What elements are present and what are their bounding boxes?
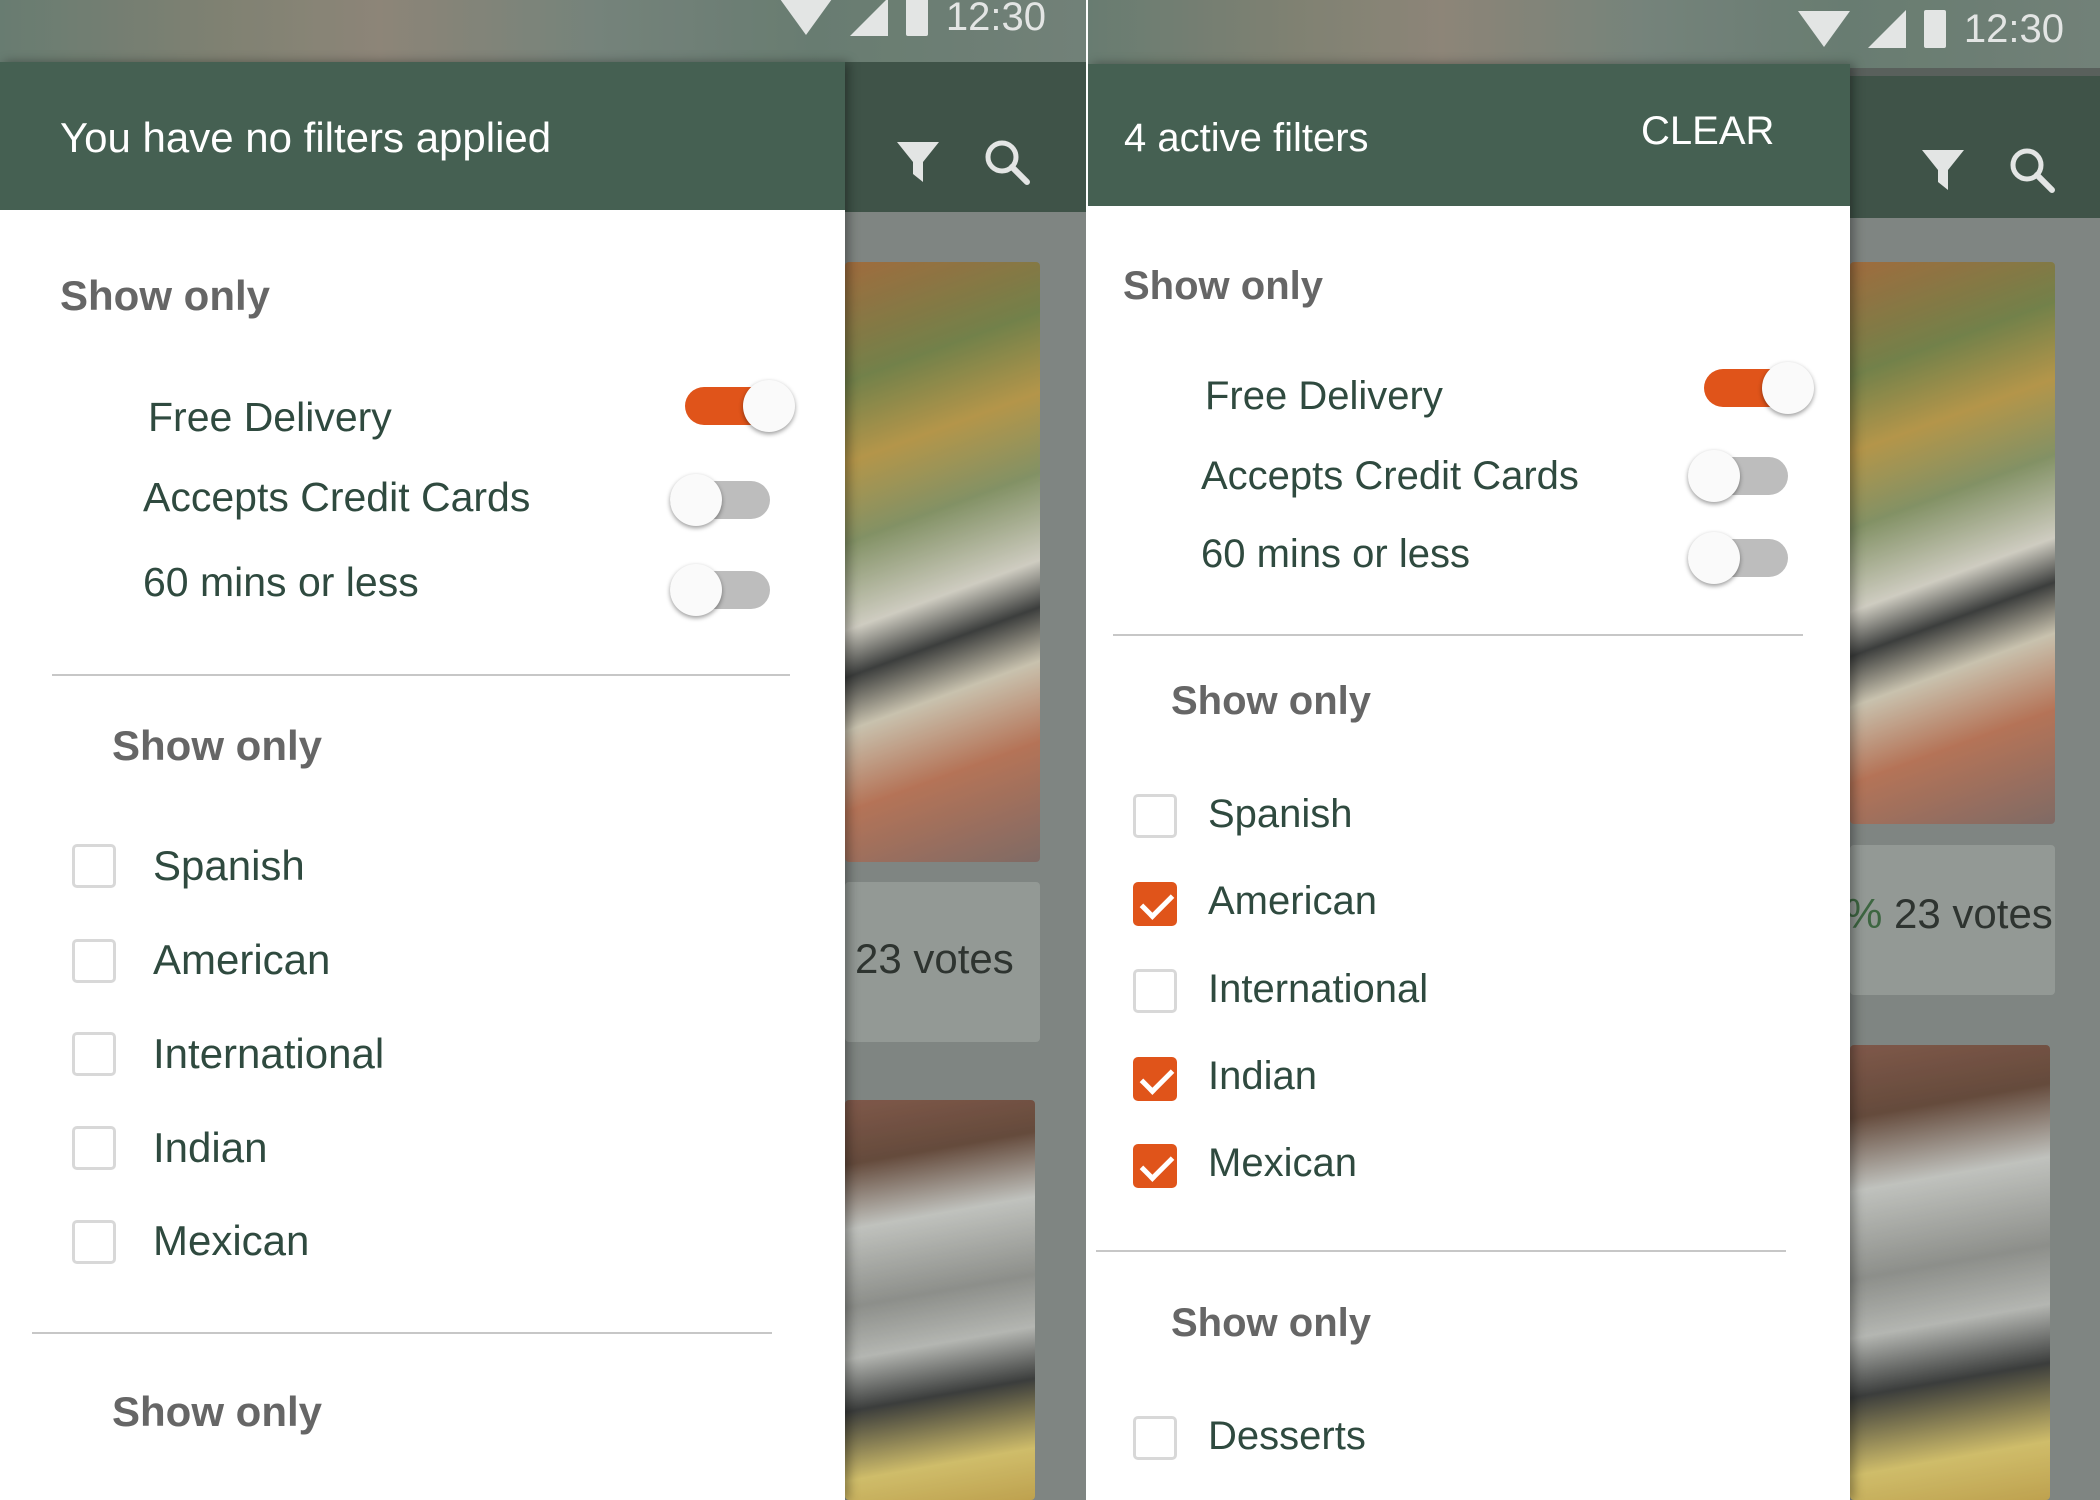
- checkbox-american[interactable]: [72, 939, 116, 983]
- checkbox-label-mexican: Mexican: [1208, 1141, 1357, 1185]
- checkbox-international[interactable]: [72, 1032, 116, 1076]
- checkbox-american[interactable]: [1133, 882, 1177, 926]
- toggle-label-credit-cards: Accepts Credit Cards: [1201, 454, 1579, 498]
- credit-cards-switch[interactable]: [1688, 450, 1798, 502]
- checkbox-indian[interactable]: [72, 1126, 116, 1170]
- checkbox-indian[interactable]: [1133, 1057, 1177, 1101]
- toggle-label-free-delivery: Free Delivery: [1205, 374, 1443, 418]
- checkbox-label-desserts: Desserts: [1208, 1414, 1366, 1458]
- left-screen: 12:30 23 votes You have no filters appli…: [0, 0, 1086, 1500]
- checkbox-mexican[interactable]: [1133, 1144, 1177, 1188]
- toggle-label-free-delivery: Free Delivery: [148, 394, 392, 440]
- switch-thumb: [1762, 362, 1814, 414]
- filter-header: You have no filters applied: [0, 62, 845, 210]
- section-divider: [32, 1332, 772, 1334]
- free-delivery-switch[interactable]: [1704, 362, 1814, 414]
- checkbox-mexican[interactable]: [72, 1220, 116, 1264]
- checkbox-desserts[interactable]: [1133, 1416, 1177, 1460]
- toggle-label-60-mins: 60 mins or less: [143, 559, 419, 605]
- checkbox-label-indian: Indian: [153, 1124, 268, 1171]
- check-icon: [1139, 1147, 1175, 1182]
- sixty-mins-switch[interactable]: [1688, 532, 1798, 584]
- section-title-delivery: Show only: [60, 272, 270, 319]
- toggle-label-60-mins: 60 mins or less: [1201, 532, 1470, 576]
- free-delivery-switch[interactable]: [685, 380, 795, 432]
- checkbox-label-mexican: Mexican: [153, 1217, 310, 1264]
- checkbox-international[interactable]: [1133, 969, 1177, 1013]
- section-title-cuisine: Show only: [112, 722, 322, 769]
- checkbox-label-spanish: Spanish: [1208, 792, 1353, 836]
- switch-thumb: [743, 380, 795, 432]
- checkbox-label-american: American: [1208, 879, 1377, 923]
- switch-thumb: [1688, 450, 1740, 502]
- sixty-mins-switch[interactable]: [670, 564, 780, 616]
- right-screen: 12:30 % 23 votes 4 active filters CLEAR …: [1088, 0, 2100, 1500]
- switch-thumb: [1688, 532, 1740, 584]
- filter-drawer: 4 active filters CLEAR Show only Free De…: [1088, 64, 1850, 1500]
- checkbox-label-international: International: [1208, 967, 1429, 1011]
- checkbox-spanish[interactable]: [1133, 794, 1177, 838]
- section-title-cuisine: Show only: [1171, 679, 1371, 723]
- clear-filters-button[interactable]: CLEAR: [1641, 109, 1774, 154]
- check-icon: [1139, 1060, 1175, 1095]
- filter-status-title: 4 active filters: [1124, 116, 1369, 160]
- section-divider: [1113, 634, 1803, 636]
- filter-header: 4 active filters CLEAR: [1088, 64, 1850, 206]
- section-title-third: Show only: [1171, 1301, 1371, 1345]
- section-divider: [52, 674, 790, 676]
- filter-drawer: You have no filters applied Show only Fr…: [0, 62, 845, 1500]
- filter-status-title: You have no filters applied: [60, 114, 552, 161]
- checkbox-label-international: International: [153, 1030, 385, 1077]
- section-title-delivery: Show only: [1123, 264, 1323, 308]
- section-divider: [1096, 1250, 1786, 1252]
- checkbox-label-american: American: [153, 936, 331, 983]
- section-title-third: Show only: [112, 1388, 322, 1435]
- toggle-label-credit-cards: Accepts Credit Cards: [143, 474, 531, 520]
- checkbox-label-indian: Indian: [1208, 1054, 1317, 1098]
- check-icon: [1139, 885, 1175, 920]
- credit-cards-switch[interactable]: [670, 474, 780, 526]
- checkbox-spanish[interactable]: [72, 844, 116, 888]
- switch-thumb: [670, 474, 722, 526]
- checkbox-label-spanish: Spanish: [153, 842, 305, 889]
- switch-thumb: [670, 564, 722, 616]
